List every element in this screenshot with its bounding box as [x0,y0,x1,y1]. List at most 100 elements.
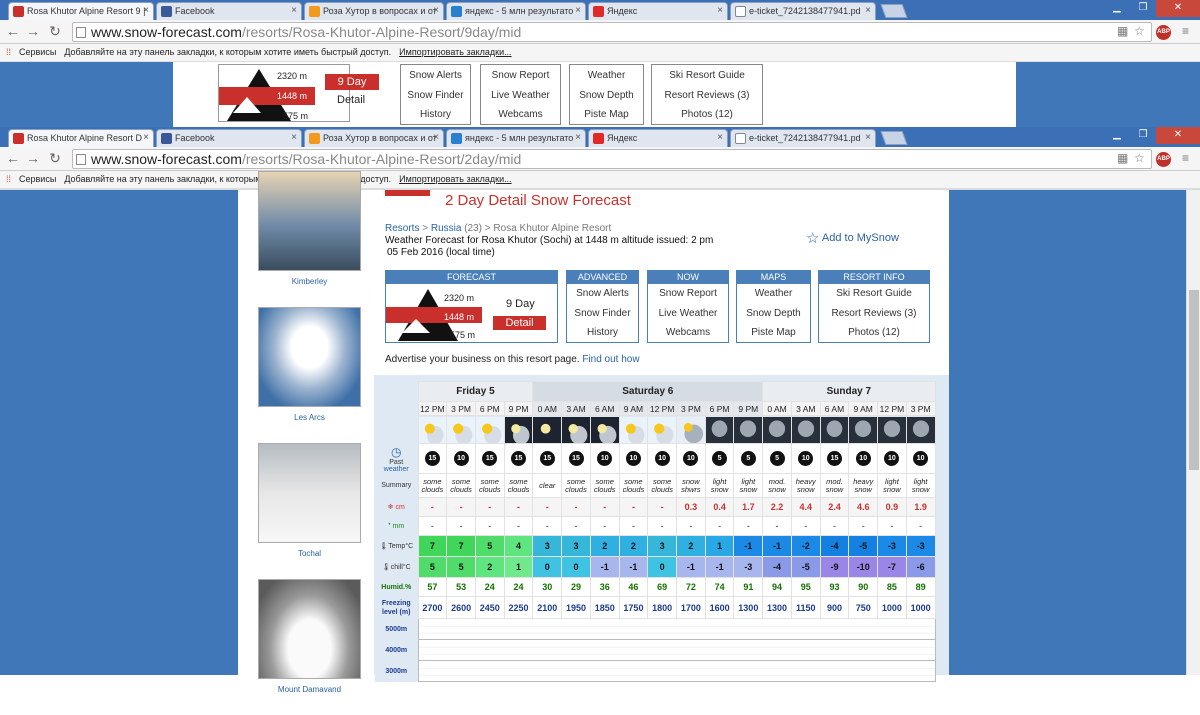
resort-reviews-link[interactable]: Resort Reviews (3) [819,304,929,324]
menu-icon[interactable]: ≡ [1182,151,1189,165]
reload-icon[interactable]: ↻ [46,150,64,167]
close-tab-icon[interactable]: × [717,132,723,143]
resort-image-mount-damavand[interactable] [258,579,361,679]
ski-resort-guide-link[interactable]: Ski Resort Guide [819,284,929,304]
apps-link[interactable]: Сервисы [19,174,56,184]
apps-link[interactable]: Сервисы [19,47,56,57]
resort-image-tochal[interactable] [258,443,361,543]
breadcrumb-russia[interactable]: Russia [431,223,462,234]
snow-cloud-icon [763,416,791,443]
new-tab-button[interactable] [880,4,908,18]
tab-yandex[interactable]: Яндекс × [588,2,728,20]
weather-map-link[interactable]: Weather [737,284,810,304]
photos-link[interactable]: Photos (12) [819,323,929,343]
scrollbar[interactable] [1186,190,1200,675]
adblock-icon[interactable]: ABP [1156,152,1171,167]
back-icon[interactable]: ← [4,23,22,39]
snow-finder-link[interactable]: Snow Finder [567,304,638,324]
summary-line: snow [825,484,844,494]
forward-icon[interactable]: → [24,150,42,166]
snow-depth-link[interactable]: Snow Depth [737,304,810,324]
temp-cell: -2 [790,535,821,557]
minimize-button[interactable]: ▁ [1104,127,1130,144]
humidity-cell: 91 [733,577,764,597]
tab-roza-khutor-questions[interactable]: Роза Хутор в вопросах и от × [304,129,444,147]
resort-caption[interactable]: Kimberley [258,277,361,286]
tab-facebook[interactable]: Facebook × [156,2,302,20]
piste-map-link[interactable]: Piste Map [737,323,810,343]
close-tab-icon[interactable]: × [433,132,439,143]
wind-speed-icon: 15 [826,451,842,466]
maximize-button[interactable]: ❐ [1130,127,1156,144]
snow-cell: - [446,497,476,517]
tab-e-ticket-pdf[interactable]: e-ticket_7242138477941.pd × [730,129,876,147]
minimize-button[interactable]: ▁ [1104,0,1130,17]
apps-icon[interactable]: ⁞⁞ [6,174,11,184]
nine-day-button[interactable]: 9 Day [325,74,379,90]
reload-icon[interactable]: ↻ [46,23,64,40]
breadcrumb-resorts[interactable]: Resorts [385,223,419,234]
close-tab-icon[interactable]: × [143,132,149,143]
snow-alerts-link[interactable]: Snow Alerts [567,284,638,304]
tab-yandex-search[interactable]: яндекс - 5 млн результато × [446,2,586,20]
resort-caption[interactable]: Les Arcs [258,413,361,422]
adblock-icon[interactable]: ABP [1156,25,1171,40]
page-icon [76,27,86,38]
forecast-row: ❄ cm - - - - - - - - -0.3 0.4 1.7 2.2 4.4 2.4 4.6 0.9 1.9 [375,497,936,517]
close-tab-icon[interactable]: × [865,5,871,16]
tab-e-ticket-pdf[interactable]: e-ticket_7242138477941.pd × [730,2,876,20]
tab-roza-khutor-questions[interactable]: Роза Хутор в вопросах и от × [304,2,444,20]
back-icon[interactable]: ← [4,150,22,166]
menu-icon[interactable]: ≡ [1182,24,1189,38]
detail-button[interactable]: Detail [493,316,546,330]
resort-image-les-arcs[interactable] [258,307,361,407]
close-tab-icon[interactable]: × [291,5,297,16]
live-weather-link[interactable]: Live Weather [648,304,728,324]
close-tab-icon[interactable]: × [865,132,871,143]
address-bar[interactable]: www.snow-forecast.com/resorts/Rosa-Khuto… [72,22,1152,42]
maximize-button[interactable]: ❐ [1130,0,1156,17]
freezing-cell: 1700 [676,596,706,619]
close-tab-icon[interactable]: × [291,132,297,143]
find-out-how-link[interactable]: Find out how [582,354,639,365]
close-tab-icon[interactable]: × [575,132,581,143]
bookmark-star-icon[interactable]: ☆ [1134,151,1145,165]
webcams-link[interactable]: Webcams [648,323,728,343]
history-link[interactable]: History [567,323,638,343]
apps-icon[interactable]: ⁞⁞ [6,47,11,57]
time-cell: 9 AM [618,401,649,416]
snow-report-link[interactable]: Snow Report [648,284,728,304]
nine-day-link[interactable]: 9 Day [506,298,535,310]
tab-yandex-search[interactable]: яндекс - 5 млн результато × [446,129,586,147]
new-tab-button[interactable] [880,131,908,145]
temp-cell: 2 [589,535,620,557]
add-mysnow-link[interactable]: ☆ Add to MySnow [806,229,899,247]
close-tab-icon[interactable]: × [433,5,439,16]
rain-cell: - [417,516,448,536]
freezing-cell: 1300 [733,596,764,619]
address-bar[interactable]: www.snow-forecast.com/resorts/Rosa-Khuto… [72,149,1152,169]
close-tab-icon[interactable]: × [717,5,723,16]
snow-cell: 4.6 [848,497,879,517]
tab-rosa-khutor-2day[interactable]: Rosa Khutor Alpine Resort D × [8,129,154,147]
detail-link[interactable]: Detail [337,94,365,106]
resort-caption[interactable]: Mount Damavand [258,685,361,694]
translate-icon[interactable]: ▦ [1117,24,1128,38]
forward-icon[interactable]: → [24,23,42,39]
document-favicon [735,6,746,17]
snow-cell: - [532,497,563,517]
tab-facebook[interactable]: Facebook × [156,129,302,147]
bookmark-star-icon[interactable]: ☆ [1134,24,1145,38]
tab-yandex[interactable]: Яндекс × [588,129,728,147]
close-tab-icon[interactable]: × [143,5,149,16]
resort-caption[interactable]: Tochal [258,549,361,558]
import-bookmarks-link[interactable]: Импортировать закладки... [399,174,511,184]
tab-rosa-khutor-9day[interactable]: Rosa Khutor Alpine Resort 9 | × [8,2,154,20]
close-window-button[interactable]: ✕ [1156,127,1200,144]
resort-image-kimberley[interactable] [258,171,361,271]
import-bookmarks-link[interactable]: Импортировать закладки... [399,47,511,57]
scrollbar-thumb[interactable] [1189,290,1199,470]
close-tab-icon[interactable]: × [575,5,581,16]
close-window-button[interactable]: ✕ [1156,0,1200,17]
translate-icon[interactable]: ▦ [1117,151,1128,165]
